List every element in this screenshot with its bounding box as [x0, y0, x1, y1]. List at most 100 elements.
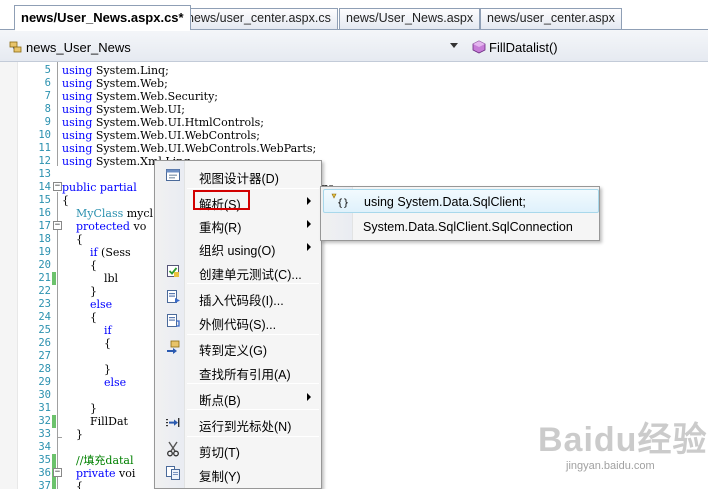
member-selector-dropdown[interactable]: FillDatalist(): [471, 37, 707, 57]
code-token: using: [62, 142, 93, 155]
code-line[interactable]: {: [62, 259, 97, 272]
line-number: 23: [38, 298, 51, 310]
code-line[interactable]: protected vo: [62, 220, 146, 233]
document-tab-strip: news/User_News.aspx.cs* news/user_center…: [0, 0, 708, 31]
code-line[interactable]: }: [62, 285, 97, 298]
menu-item-find-all-references[interactable]: 查找所有引用(A): [157, 360, 321, 382]
line-number: 16: [38, 207, 51, 219]
code-line[interactable]: using System.Web.UI.HtmlControls;: [62, 116, 264, 129]
code-token: vo: [129, 220, 147, 233]
code-token: FillDat: [62, 415, 128, 428]
menu-separator: [187, 283, 319, 284]
line-number: 18: [38, 233, 51, 245]
menu-item-insert-snippet[interactable]: 插入代码段(I)...: [157, 286, 321, 308]
menu-item-organize-usings[interactable]: 组织 using(O): [157, 236, 321, 258]
tab-user-center-aspx-cs[interactable]: news/user_center.aspx.cs: [180, 8, 338, 29]
collapse-icon[interactable]: −: [53, 221, 62, 230]
code-line[interactable]: private voi: [62, 467, 135, 480]
line-number: 31: [38, 402, 51, 414]
code-line[interactable]: }: [62, 363, 111, 376]
code-token: System.Web.UI;: [95, 103, 185, 116]
code-line[interactable]: }: [62, 428, 83, 441]
code-line[interactable]: using System.Linq;: [62, 64, 169, 77]
watermark-url: jingyan.baidu.com: [566, 460, 655, 472]
code-line[interactable]: }: [62, 402, 97, 415]
copy-icon: [165, 465, 181, 481]
code-token: if: [62, 324, 112, 337]
collapse-icon[interactable]: −: [53, 468, 62, 477]
menu-item-cut[interactable]: 剪切(T): [157, 438, 321, 460]
code-line[interactable]: using System.Web.UI.WebControls;: [62, 129, 260, 142]
tab-user-news-aspx-cs[interactable]: news/User_News.aspx.cs*: [14, 5, 191, 31]
menu-separator: [187, 436, 319, 437]
code-line[interactable]: else: [62, 298, 112, 311]
code-token: {: [62, 194, 69, 207]
code-token: using: [62, 77, 93, 90]
line-number: 22: [38, 285, 51, 297]
method-icon: [471, 39, 487, 55]
change-indicator: [52, 415, 56, 428]
submenu-arrow-icon: [307, 243, 311, 251]
code-line[interactable]: {: [62, 194, 69, 207]
code-line[interactable]: using System.Web.Security;: [62, 90, 218, 103]
code-line[interactable]: {: [62, 311, 97, 324]
code-line[interactable]: {: [62, 233, 83, 246]
code-line[interactable]: else: [62, 376, 126, 389]
menu-item-create-unit-tests[interactable]: 创建单元测试(C)...: [157, 260, 321, 282]
change-indicator: [52, 480, 56, 489]
code-token: voi: [115, 467, 136, 480]
line-number: 20: [38, 259, 51, 271]
line-number: 6: [44, 77, 51, 89]
menu-item-refactor[interactable]: 重构(R): [157, 213, 321, 235]
line-number: 15: [38, 194, 51, 206]
menu-separator: [187, 188, 319, 189]
outline-end-tick: [57, 437, 62, 438]
line-number: 21: [38, 272, 51, 284]
code-line[interactable]: //填充datal: [62, 454, 134, 467]
line-number: 5: [44, 64, 51, 76]
code-token: using: [62, 155, 93, 168]
line-number: 27: [38, 350, 51, 362]
menu-item-surround-with[interactable]: 外侧代码(S)...: [157, 310, 321, 332]
chevron-down-icon[interactable]: [450, 43, 458, 48]
code-line[interactable]: MyClass mycl: [62, 207, 153, 220]
indicator-margin[interactable]: [0, 62, 18, 489]
line-number: 36: [38, 467, 51, 479]
tab-user-news-aspx[interactable]: news/User_News.aspx: [339, 8, 481, 29]
code-line[interactable]: FillDat: [62, 415, 128, 428]
tab-user-center-aspx[interactable]: news/user_center.aspx: [480, 8, 622, 29]
code-token: System.Web.UI.HtmlControls;: [95, 116, 264, 129]
menu-item-breakpoint[interactable]: 断点(B): [157, 386, 321, 408]
code-line[interactable]: using System.Web.UI.WebControls.WebParts…: [62, 142, 316, 155]
unit-test-icon: [165, 263, 181, 279]
line-number: 33: [38, 428, 51, 440]
cut-icon: [165, 441, 181, 457]
code-token: {: [62, 337, 111, 350]
menu-separator: [187, 383, 319, 384]
line-number: 34: [38, 441, 51, 453]
submenu-arrow-icon: [307, 393, 311, 401]
collapse-icon[interactable]: −: [53, 182, 62, 191]
line-number: 13: [38, 168, 51, 180]
code-line[interactable]: {: [62, 480, 83, 489]
code-line[interactable]: {: [62, 337, 111, 350]
code-token: using: [62, 90, 93, 103]
resolve-submenu: {} using System.Data.SqlClient; System.D…: [320, 186, 600, 241]
menu-item-run-to-cursor[interactable]: 运行到光标处(N): [157, 412, 321, 434]
submenu-item-add-using[interactable]: {} using System.Data.SqlClient;: [323, 189, 599, 213]
code-token: using: [62, 103, 93, 116]
class-selector-dropdown[interactable]: news_User_News: [8, 37, 464, 57]
submenu-item-fully-qualify[interactable]: System.Data.SqlClient.SqlConnection: [323, 215, 599, 239]
code-line[interactable]: using System.Web;: [62, 77, 168, 90]
run-to-cursor-icon: [165, 415, 181, 431]
class-selector-value: news_User_News: [26, 39, 131, 55]
line-number: 14: [38, 181, 51, 193]
menu-item-go-to-definition[interactable]: 转到定义(G): [157, 336, 321, 358]
code-token: {: [62, 311, 97, 324]
menu-item-copy[interactable]: 复制(Y): [157, 462, 321, 484]
code-line[interactable]: using System.Web.UI;: [62, 103, 185, 116]
menu-item-view-designer[interactable]: 视图设计器(D): [157, 164, 321, 186]
menu-separator: [187, 409, 319, 410]
baidu-jingyan-watermark: Baidu经验 jingyan.baidu.com: [528, 400, 708, 489]
code-line[interactable]: if (Sess: [62, 246, 131, 259]
